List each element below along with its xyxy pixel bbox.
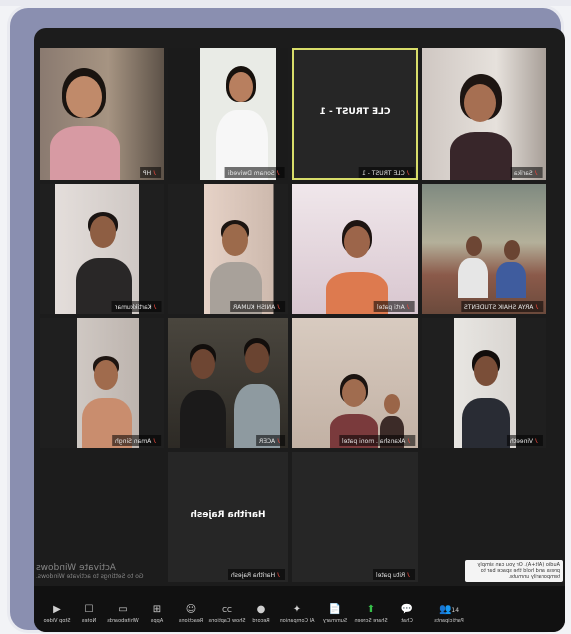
unmute-tooltip: Audio (Alt+A). Or you can simply press a… (465, 560, 563, 582)
notes-icon: ☐ (84, 604, 94, 615)
video-tile-aman[interactable]: ﾉ Aman Singh (40, 318, 164, 448)
summary-icon: 📄 (328, 604, 342, 615)
share-screen-icon: ⬆ (366, 604, 376, 615)
participant-name: ﾉ Sonam Dwivedi (225, 167, 285, 178)
video-tile-anish[interactable]: ﾉ ANISH KUMAR (168, 184, 288, 314)
show-captions-button[interactable]: CC Show Captions (208, 604, 246, 624)
captions-icon: CC (222, 606, 232, 614)
video-tile-cle-trust[interactable]: CLE TRUST - 1 ﾉ CLE TRUST - 1 (292, 48, 418, 180)
video-tile-acer[interactable]: ﾉ ACER (168, 318, 288, 448)
video-tile-sonam[interactable]: ﾉ Sonam Dwivedi (168, 48, 288, 180)
video-tile-arti[interactable]: ﾉ Arti patel (292, 184, 418, 314)
participant-name: ﾉ Vineeth (507, 435, 543, 446)
participants-count: 14 (451, 607, 460, 614)
participant-name: ﾉ ARYA SHAIK STUDENTS (460, 301, 543, 312)
participants-button[interactable]: 👥14 Participants (430, 604, 468, 624)
video-tile-sarika[interactable]: ﾉ Sarika (422, 48, 546, 180)
video-tile-kartikkumar[interactable]: ﾉ Kartikkumar (40, 184, 164, 314)
participant-name: ﾉ Haritha Rajesh (228, 569, 285, 580)
participant-name: ﾉ CLE TRUST - 1 (359, 167, 415, 178)
record-button[interactable]: ● Record (242, 604, 280, 624)
participants-icon: 👥14 (438, 604, 460, 615)
participant-name: ﾉ Ritu patel (372, 569, 415, 580)
video-tile-akansha[interactable]: ﾉ Akansha . moni patel (292, 318, 418, 448)
participant-name: ﾉ Arti patel (374, 301, 415, 312)
participant-name: ﾉ ANISH KUMAR (229, 301, 285, 312)
participant-name: ﾉ ACER (255, 435, 285, 446)
apps-button[interactable]: ⊞ Apps (138, 604, 176, 624)
video-tile-hp[interactable]: ﾉ HP (40, 48, 164, 180)
participant-name: ﾉ Akansha . moni patel (338, 435, 415, 446)
ai-companion-button[interactable]: ✦ AI Companion (278, 604, 316, 624)
activate-windows-watermark: Activate Windows Go to Settings to activ… (36, 563, 144, 580)
whiteboards-button[interactable]: ▭ Whiteboards (104, 604, 142, 624)
video-tile-haritha[interactable]: Haritha Rajesh ﾉ Haritha Rajesh (168, 452, 288, 582)
participant-name: ﾉ Sarika (511, 167, 543, 178)
participant-display-name: CLE TRUST - 1 (319, 107, 391, 117)
summary-button[interactable]: 📄 Summary (316, 604, 354, 624)
record-icon: ● (256, 604, 266, 615)
photo-frame: ﾉ HP ﾉ Sonam Dwivedi CLE TRUST - 1 ﾉ CLE… (10, 8, 565, 632)
chat-button[interactable]: 💬 Chat (388, 604, 426, 624)
participant-name: ﾉ Aman Singh (111, 435, 161, 446)
meeting-window: ﾉ HP ﾉ Sonam Dwivedi CLE TRUST - 1 ﾉ CLE… (34, 28, 565, 632)
share-screen-button[interactable]: ⬆ Share Screen (352, 604, 390, 624)
chat-icon: 💬 (400, 604, 414, 615)
whiteboard-icon: ▭ (118, 604, 128, 615)
participant-display-name: Haritha Rajesh (190, 510, 266, 520)
video-tile-vineeth[interactable]: ﾉ Vineeth (422, 318, 546, 448)
reactions-button[interactable]: ☺ Reactions (172, 604, 210, 624)
ai-companion-icon: ✦ (292, 604, 302, 615)
video-tile-ritu[interactable]: ﾉ Ritu patel (292, 452, 418, 582)
apps-icon: ⊞ (152, 604, 162, 615)
notes-button[interactable]: ☐ Notes (70, 604, 108, 624)
reactions-icon: ☺ (185, 604, 197, 615)
participant-name: ﾉ Kartikkumar (111, 301, 161, 312)
meeting-toolbar: ▶ Stop Video ☐ Notes ▭ Whiteboards ⊞ App… (34, 586, 565, 632)
video-tile-arya-students[interactable]: ﾉ ARYA SHAIK STUDENTS (422, 184, 546, 314)
participant-name: ﾉ HP (139, 167, 161, 178)
